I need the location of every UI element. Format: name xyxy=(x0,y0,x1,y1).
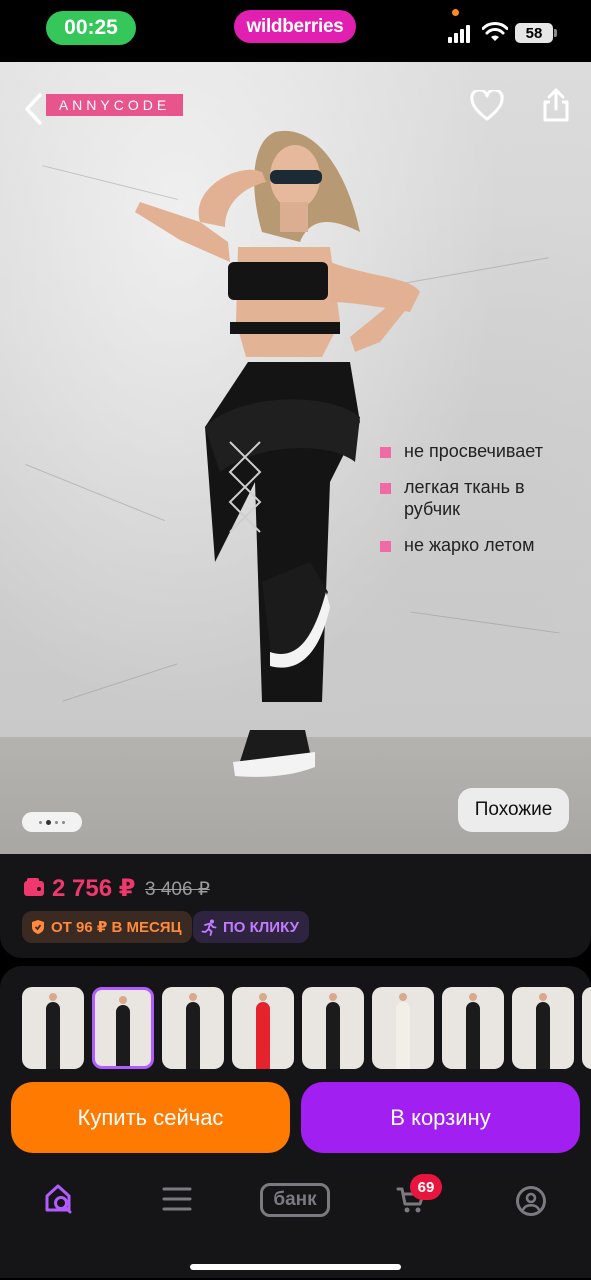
variant-thumbnail[interactable] xyxy=(232,987,294,1069)
feature-bullet xyxy=(380,483,391,494)
similar-products-button[interactable]: Похожие xyxy=(458,788,569,832)
installment-badge[interactable]: ОТ 96 ₽ В МЕСЯЦ xyxy=(22,911,192,943)
feature-item: не жарко летом xyxy=(380,534,585,556)
variant-thumbnail[interactable] xyxy=(162,987,224,1069)
thumbnail-figure xyxy=(326,1002,340,1069)
feature-text: не жарко летом xyxy=(404,535,535,555)
wifi-icon xyxy=(482,22,508,41)
variant-thumbnail[interactable] xyxy=(442,987,504,1069)
wallet-icon xyxy=(24,878,44,896)
old-price: 3 406 ₽ xyxy=(145,879,210,900)
profile-icon[interactable] xyxy=(515,1185,547,1217)
thumbnail-head xyxy=(399,993,407,1001)
app-brand-pill[interactable]: wildberries xyxy=(234,10,356,43)
page-dot xyxy=(55,820,58,824)
variant-thumbnail[interactable] xyxy=(302,987,364,1069)
gallery-page-indicator xyxy=(22,812,82,832)
favorite-heart-icon[interactable] xyxy=(470,90,504,122)
variant-thumbnail-selected[interactable] xyxy=(92,987,154,1069)
thumbnail-head xyxy=(189,993,197,1001)
variant-thumbnails xyxy=(22,987,591,1069)
price-block: 2 756 ₽ 3 406 ₽ ОТ 96 ₽ В МЕСЯЦ ПО КЛИКУ xyxy=(0,854,591,958)
home-indicator xyxy=(190,1264,401,1270)
thumbnail-figure xyxy=(186,1002,200,1069)
thumbnail-head xyxy=(259,993,267,1001)
back-chevron-icon[interactable] xyxy=(22,92,46,126)
current-price: 2 756 ₽ xyxy=(52,875,136,902)
thumbnail-figure xyxy=(46,1002,60,1069)
feature-item: не просвечивает xyxy=(380,440,585,462)
feature-bullet xyxy=(380,541,391,552)
cellular-signal-icon xyxy=(448,25,470,43)
nav-bank[interactable]: банк xyxy=(260,1183,330,1217)
feature-text: не просвечивает xyxy=(404,441,543,461)
battery-indicator: 58 xyxy=(515,23,557,43)
buy-now-button[interactable]: Купить сейчас xyxy=(11,1082,290,1153)
running-person-icon xyxy=(201,919,217,936)
thumbnail-head xyxy=(539,993,547,1001)
privacy-indicator-dot xyxy=(452,9,459,16)
one-click-text: ПО КЛИКУ xyxy=(223,918,299,936)
page-dot xyxy=(62,820,65,824)
shield-icon xyxy=(32,920,44,934)
variant-thumbnail[interactable] xyxy=(372,987,434,1069)
cart-count-badge: 69 xyxy=(410,1174,442,1200)
variant-thumbnail[interactable] xyxy=(582,987,591,1069)
status-bar: 00:25 wildberries 58 xyxy=(0,0,591,62)
feature-bullet xyxy=(380,447,391,458)
thumbnail-figure xyxy=(256,1002,270,1069)
add-to-cart-button[interactable]: В корзину xyxy=(301,1082,580,1153)
page-dot-active xyxy=(46,819,51,825)
variant-thumbnail[interactable] xyxy=(512,987,574,1069)
bottom-navigation: банк 69 xyxy=(0,1166,591,1236)
brand-tag: ANNYCODE xyxy=(46,94,183,116)
thumbnail-head xyxy=(49,993,57,1001)
one-click-badge[interactable]: ПО КЛИКУ xyxy=(193,911,309,943)
thumbnail-head xyxy=(329,993,337,1001)
share-icon[interactable] xyxy=(540,87,572,123)
status-time: 00:25 xyxy=(46,11,136,45)
variants-panel: Купить сейчас В корзину банк 69 xyxy=(0,966,591,1278)
thumbnail-head xyxy=(119,996,127,1004)
product-features: не просвечивает легкая ткань в рубчик не… xyxy=(380,440,585,570)
feature-text: легкая ткань в рубчик xyxy=(404,477,525,519)
thumbnail-head xyxy=(469,993,477,1001)
feature-item: легкая ткань в рубчик xyxy=(380,476,585,520)
variant-thumbnail[interactable] xyxy=(22,987,84,1069)
thumbnail-figure xyxy=(116,1005,130,1066)
catalog-menu-icon[interactable] xyxy=(162,1186,192,1212)
home-search-icon[interactable] xyxy=(44,1182,76,1216)
product-image-gallery[interactable]: ANNYCODE не просвечивает легкая ткань в … xyxy=(0,62,591,854)
installment-text: ОТ 96 ₽ В МЕСЯЦ xyxy=(51,919,182,936)
thumbnail-figure xyxy=(466,1002,480,1069)
thumbnail-figure xyxy=(396,1002,410,1069)
page-dot xyxy=(39,820,42,824)
thumbnail-figure xyxy=(536,1002,550,1069)
